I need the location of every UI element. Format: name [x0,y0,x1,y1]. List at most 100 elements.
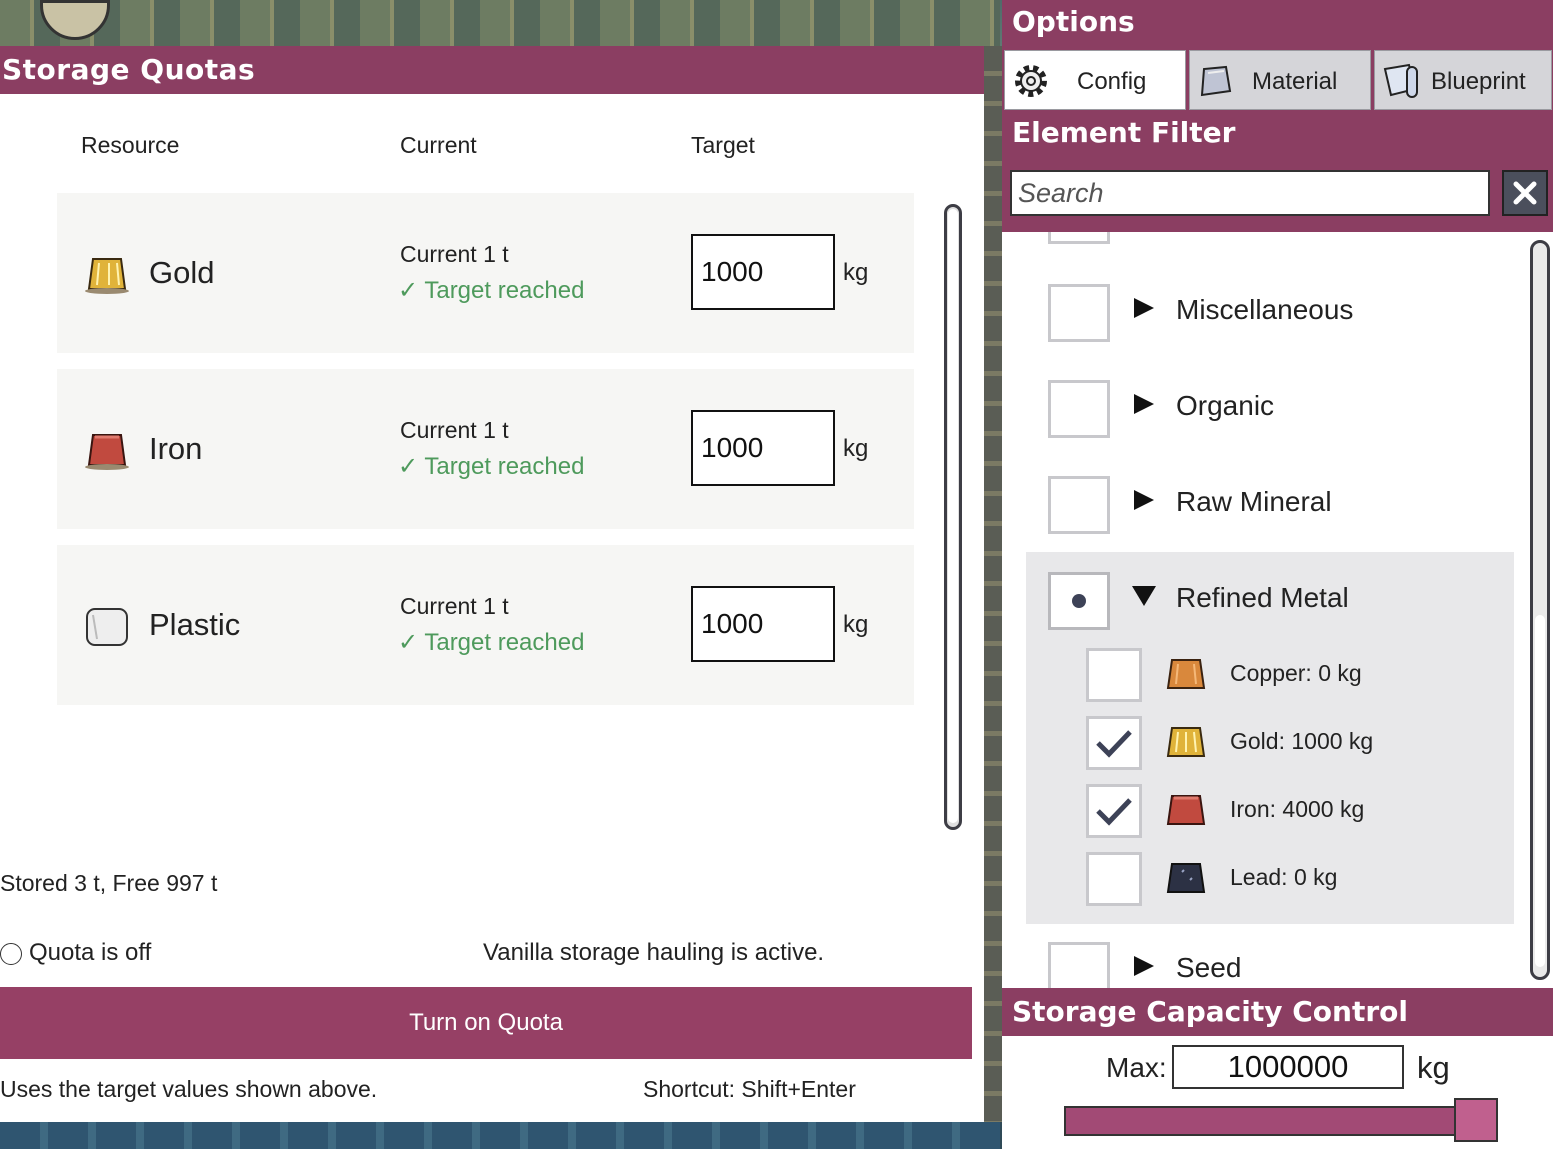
storage-capacity-title: Storage Capacity Control [1002,988,1553,1036]
element-filter-list: Miscellaneous Organic Raw Mineral Refine… [1002,232,1553,988]
checkmark-icon [1096,730,1132,758]
expand-arrow-icon[interactable] [1132,488,1156,512]
current-amount: Current 1 t [400,241,509,267]
expand-arrow-icon[interactable] [1132,954,1156,978]
category-checkbox[interactable] [1048,942,1110,988]
category-label: Refined Metal [1176,582,1349,613]
current-amount: Current 1 t [400,417,509,443]
target-input[interactable] [691,410,835,486]
search-bar [1002,156,1553,232]
options-tabs: Config Material Blueprint [1002,44,1553,110]
scrollbar-thumb[interactable] [1535,615,1545,967]
tab-material[interactable]: Material [1189,50,1371,110]
category-label: Miscellaneous [1176,294,1354,325]
element-checkbox[interactable] [1086,852,1142,906]
tab-config[interactable]: Config [1004,50,1186,110]
element-label: Copper: 0 kg [1230,660,1362,686]
uses-note: Uses the target values shown above. [0,1076,378,1102]
resource-name: Iron [149,431,203,466]
category-checkbox[interactable] [1048,476,1110,534]
storage-quotas-title: Storage Quotas [0,46,984,94]
quota-row: Gold Current 1 t ✓ Target reached kg [57,193,914,353]
tab-label: Blueprint [1431,68,1526,95]
element-label: Iron: 4000 kg [1230,796,1365,822]
category-checkbox[interactable] [1048,232,1110,244]
target-status: ✓ Target reached [398,277,585,304]
quota-radio[interactable] [0,943,22,965]
material-icon [1200,65,1232,97]
category-checkbox[interactable] [1048,572,1110,630]
element-label: Gold: 1000 kg [1230,728,1374,754]
quota-row: Plastic Current 1 t ✓ Target reached kg [57,545,914,705]
gear-icon [1015,65,1047,97]
background-pipes [0,0,1000,46]
checkmark-icon [1096,798,1132,826]
filter-scrollbar[interactable] [1530,240,1550,980]
current-amount: Current 1 t [400,593,509,619]
category-label: Raw Mineral [1176,486,1332,517]
category-row[interactable]: Organic [1002,374,1522,444]
search-input[interactable] [1010,170,1490,216]
gold-icon [85,258,129,294]
max-unit-label: kg [1417,1050,1450,1085]
column-header-target: Target [691,132,755,158]
max-capacity-input[interactable] [1172,1045,1404,1089]
quota-state-label: Quota is off [29,939,152,966]
element-row[interactable]: Lead: 0 kg [1086,852,1506,912]
close-icon [1513,181,1537,205]
gold-icon [1166,727,1206,757]
column-header-resource: Resource [81,132,180,158]
tab-blueprint[interactable]: Blueprint [1374,50,1552,110]
category-label: Seed [1176,952,1242,983]
category-label: Organic [1176,390,1275,421]
category-row[interactable]: Refined Metal [1002,566,1522,636]
partial-dot-icon [1072,594,1086,608]
category-row[interactable]: Raw Mineral [1002,470,1522,540]
collapse-arrow-icon[interactable] [1132,584,1156,608]
category-checkbox[interactable] [1048,284,1110,342]
target-input[interactable] [691,234,835,310]
resource-name: Plastic [149,607,241,642]
max-label: Max: [1106,1052,1167,1083]
resource-name: Gold [149,255,215,290]
background-wall [984,46,1002,1122]
element-checkbox[interactable] [1086,784,1142,838]
vanilla-note: Vanilla storage hauling is active. [483,939,825,966]
element-row[interactable]: Iron: 4000 kg [1086,784,1506,844]
element-checkbox[interactable] [1086,716,1142,770]
category-checkbox[interactable] [1048,380,1110,438]
storage-quotas-panel: Storage Quotas Resource Current Target G… [0,46,984,1122]
turn-on-quota-button[interactable]: Turn on Quota [0,987,972,1059]
unit-label: kg [843,435,869,462]
iron-icon [1166,795,1206,825]
quota-row: Iron Current 1 t ✓ Target reached kg [57,369,914,529]
category-row[interactable]: Miscellaneous [1002,278,1522,348]
unit-label: kg [843,611,869,638]
element-row[interactable]: Gold: 1000 kg [1086,716,1506,776]
capacity-slider-handle[interactable] [1454,1098,1498,1142]
expand-arrow-icon[interactable] [1132,392,1156,416]
clear-search-button[interactable] [1502,170,1548,216]
blueprint-icon [1383,63,1418,98]
options-panel: Options Config Material Blueprint Elemen… [1002,0,1553,1149]
tab-label: Config [1077,68,1147,95]
scrollbar-thumb[interactable] [948,209,958,823]
target-status: ✓ Target reached [398,629,585,656]
tab-label: Material [1252,68,1338,95]
capacity-slider[interactable] [1064,1106,1498,1136]
category-row[interactable]: Seed [1002,936,1522,988]
element-row[interactable]: Copper: 0 kg [1086,648,1506,708]
storage-summary: Stored 3 t, Free 997 t [0,870,218,896]
lead-icon [1166,863,1206,893]
target-input[interactable] [691,586,835,662]
quota-scrollbar[interactable] [944,204,962,830]
element-filter-title: Element Filter [1002,110,1553,156]
element-label: Lead: 0 kg [1230,864,1338,890]
plastic-icon [86,608,128,646]
column-header-current: Current [400,132,477,158]
element-checkbox[interactable] [1086,648,1142,702]
unit-label: kg [843,259,869,286]
expand-arrow-icon[interactable] [1132,296,1156,320]
options-title: Options [1002,0,1553,44]
shortcut-hint: Shortcut: Shift+Enter [643,1076,856,1102]
